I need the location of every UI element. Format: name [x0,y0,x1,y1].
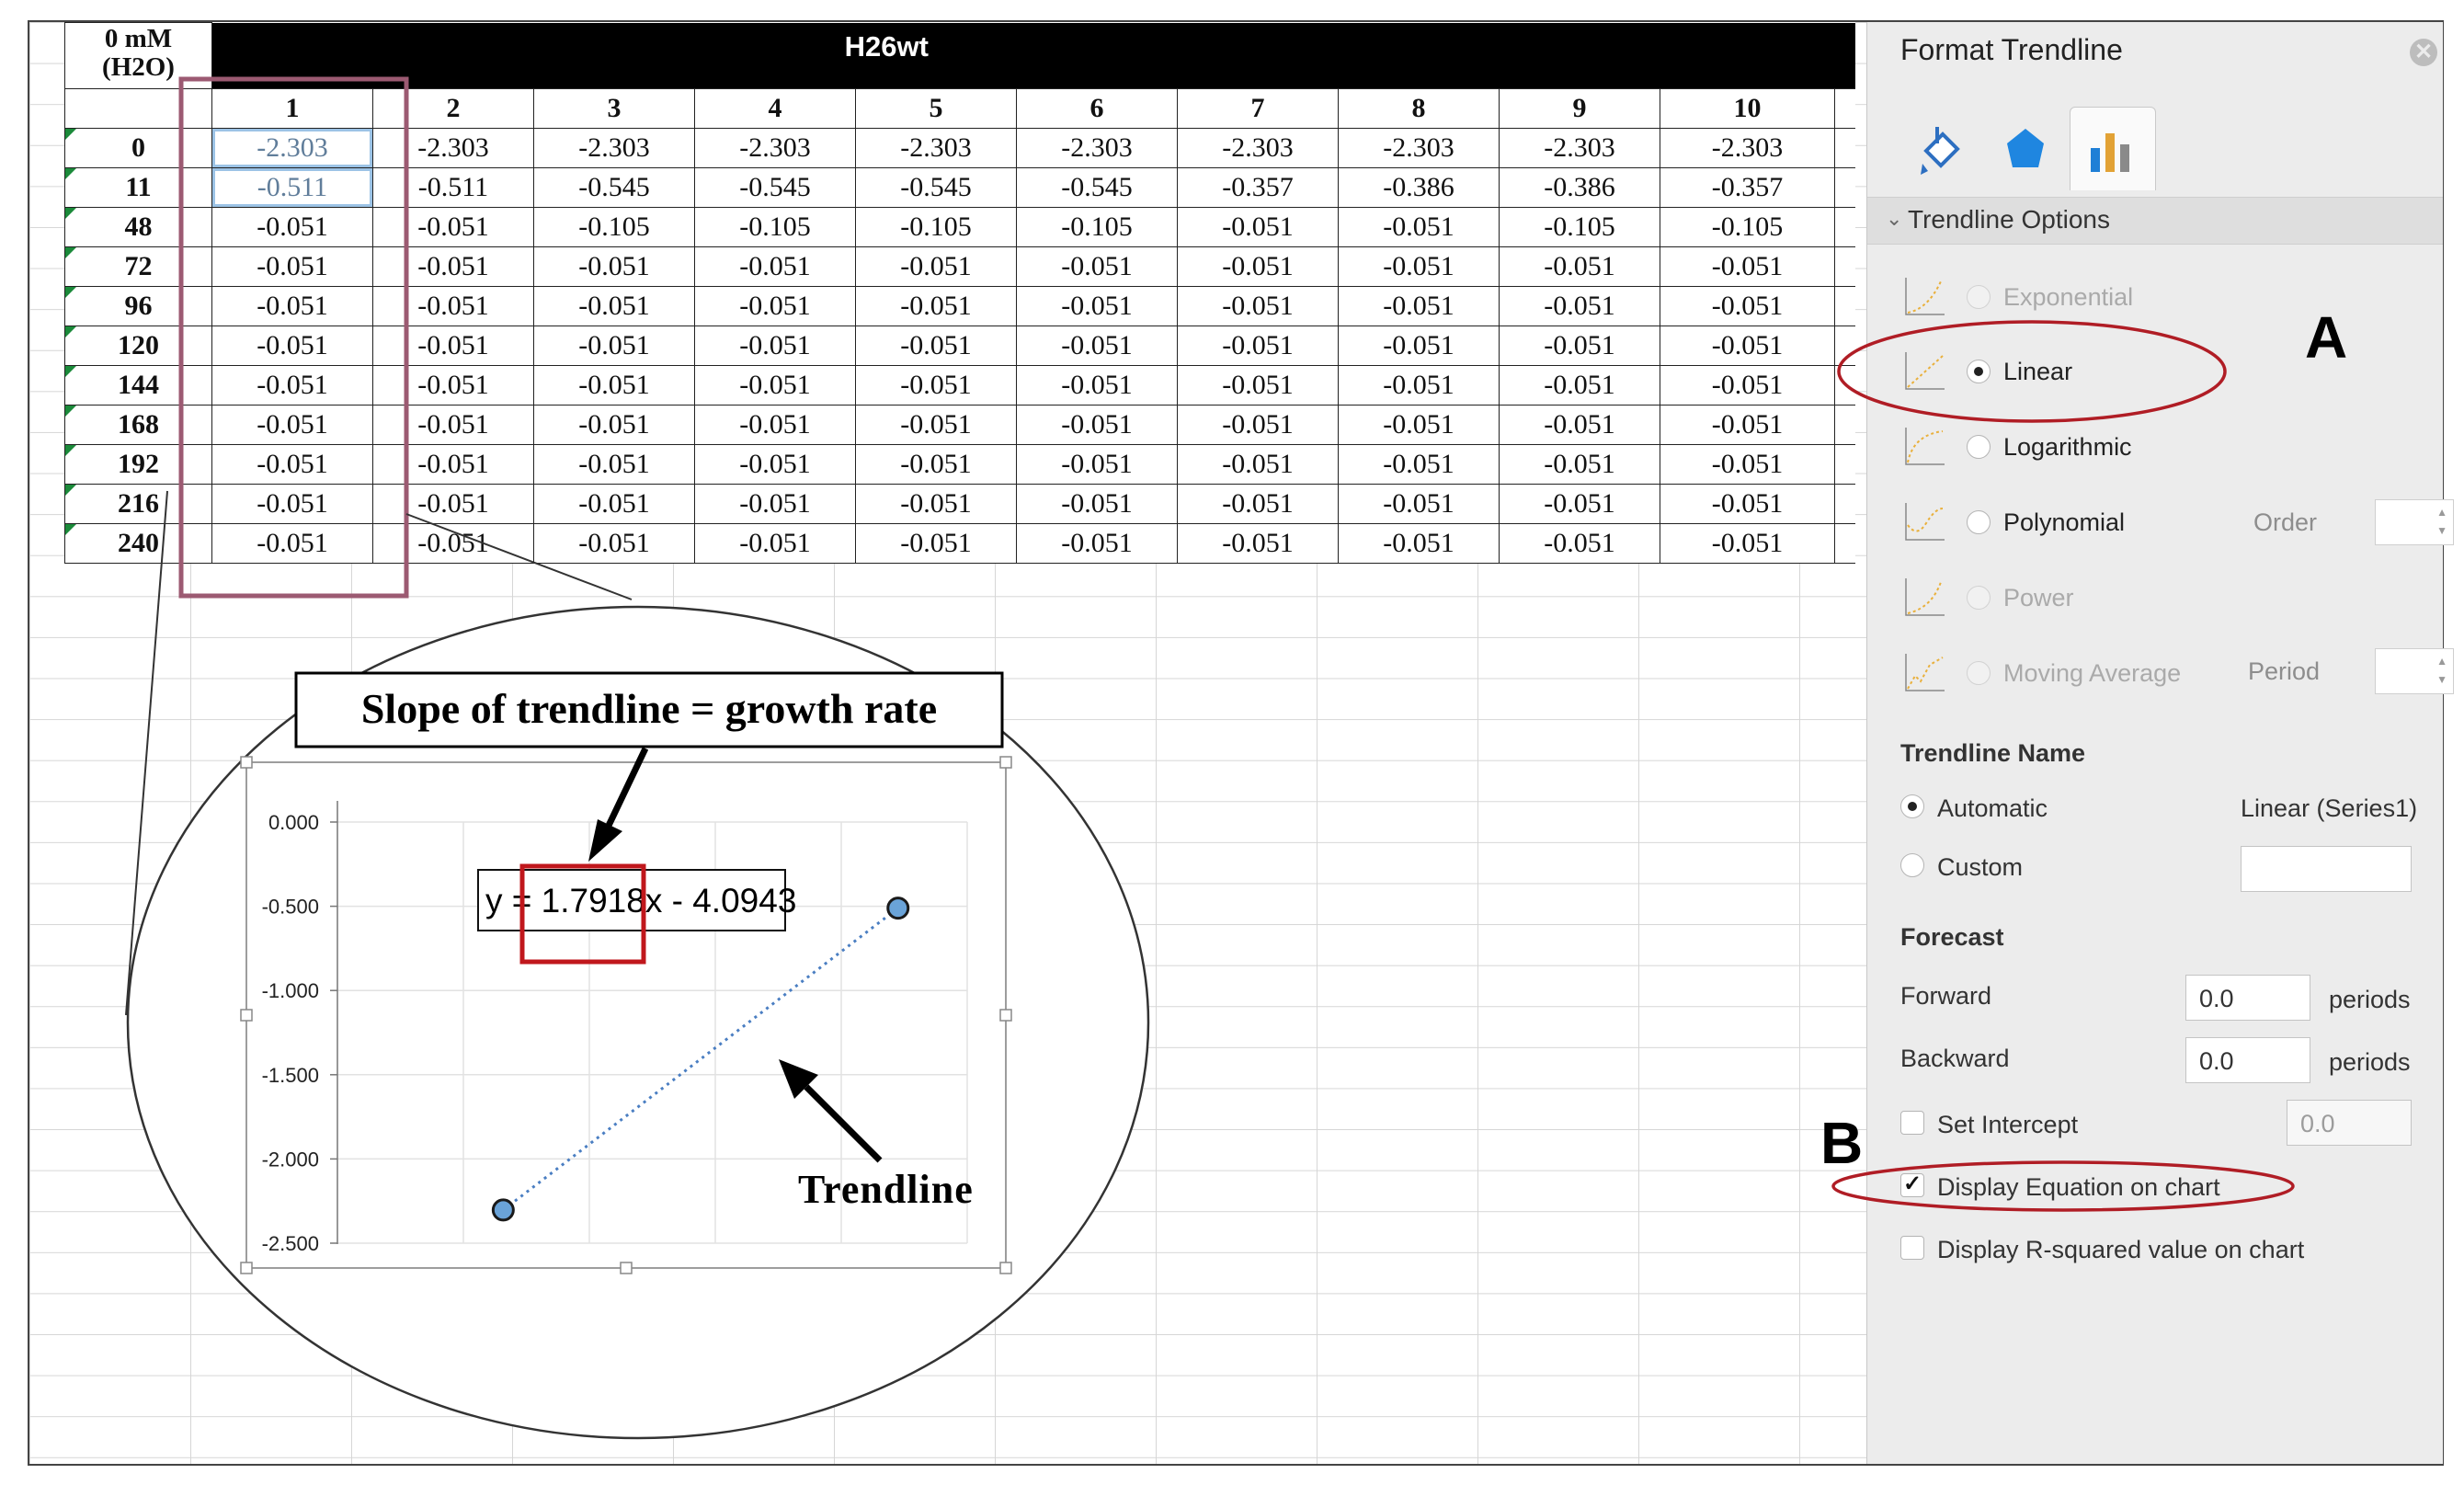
set-intercept-checkbox[interactable] [1900,1111,1924,1135]
period-label: Period [2248,657,2321,685]
radio-power[interactable] [1967,586,1991,610]
y-tick-label: -0.500 [262,896,319,919]
backward-periods-label: periods [2329,1048,2411,1076]
polynomial-trend-icon [1905,503,1945,541]
stepper-up-icon[interactable]: ▲ [2436,506,2447,519]
stepper-down-icon[interactable]: ▼ [2436,524,2447,537]
y-tick-label: 0.000 [268,811,319,834]
y-tick-label: -2.500 [262,1232,319,1255]
y-tick-label: -2.000 [262,1148,319,1171]
callout-letter-a: A [2305,304,2348,371]
chevron-down-icon: ⌄ [1886,207,1903,230]
stepper-up-icon[interactable]: ▲ [2436,655,2447,668]
exponential-trend-icon [1905,278,1945,315]
set-intercept-input[interactable]: 0.0 [2287,1100,2412,1146]
power-trend-icon [1905,578,1945,616]
forecast-header: Forecast [1900,923,2004,951]
option-label: Moving Average [2003,659,2182,687]
resize-handle[interactable] [999,1262,1012,1274]
y-tick-label: -1.000 [262,979,319,1002]
data-point[interactable] [491,1198,515,1222]
resize-handle[interactable] [240,756,253,769]
trendline-name-header: Trendline Name [1900,739,2086,767]
custom-name-input[interactable] [2241,846,2412,892]
resize-handle[interactable] [240,1009,253,1022]
radio-polynomial[interactable] [1967,510,1991,534]
order-stepper[interactable]: ▲ ▼ [2375,499,2454,545]
option-label: Polynomial [2003,508,2126,536]
zoom-connector-right [405,513,633,600]
tab-fill-line[interactable] [1900,107,1985,189]
display-r-squared-checkbox[interactable] [1900,1236,1924,1260]
tab-trendline-options[interactable] [2070,107,2156,190]
moving-average-trend-icon [1905,654,1945,691]
stepper-down-icon[interactable]: ▼ [2436,673,2447,686]
forward-label: Forward [1900,982,1992,1010]
option-label: Linear [2003,358,2073,385]
format-trendline-panel: Format Trendline ✕ ⌄ Trendline Options E… [1866,22,2454,1464]
panel-title: Format Trendline [1900,33,2123,66]
logarithmic-trend-icon [1905,428,1945,465]
resize-handle[interactable] [999,756,1012,769]
automatic-name-value: Linear (Series1) [2241,794,2418,822]
pentagon-icon [2007,129,2044,167]
radio-moving-average[interactable] [1967,661,1991,685]
linear-trend-icon [1905,352,1945,390]
display-equation-checkbox[interactable] [1900,1171,1924,1197]
tab-effects[interactable] [1983,107,2068,189]
equation-text: y = 1.7918x - 4.0943 [485,882,796,920]
slope-callout-text: Slope of trendline = growth rate [361,685,937,732]
display-equation-label: Display Equation on chart [1937,1173,2220,1201]
radio-exponential[interactable] [1967,285,1991,309]
custom-label: Custom [1937,853,2024,881]
equation-prefix: y = [485,882,542,920]
trendline-options-section[interactable]: ⌄ Trendline Options [1867,197,2443,245]
backward-label: Backward [1900,1045,2010,1072]
section-label: Trendline Options [1908,205,2110,234]
order-label: Order [2253,508,2318,536]
callout-letter-b: B [1820,1110,1864,1176]
close-icon[interactable]: ✕ [2410,39,2437,66]
forward-periods-label: periods [2329,986,2411,1013]
backward-input[interactable]: 0.0 [2185,1037,2310,1083]
set-intercept-label: Set Intercept [1937,1111,2079,1138]
option-label: Power [2003,584,2074,611]
radio-linear[interactable] [1967,360,1991,383]
trendline-label: Trendline [798,1167,974,1212]
display-r-squared-label: Display R-squared value on chart [1937,1236,2305,1263]
column-highlight-box [178,76,409,599]
resize-handle[interactable] [999,1009,1012,1022]
option-label: Logarithmic [2003,433,2132,461]
option-label: Exponential [2003,283,2134,311]
y-tick-label: -1.500 [262,1064,319,1087]
resize-handle[interactable] [240,1262,253,1274]
radio-logarithmic[interactable] [1967,435,1991,459]
resize-handle[interactable] [620,1262,633,1274]
radio-automatic[interactable] [1900,794,1924,818]
bar-chart-icon [2091,133,2129,172]
equation-suffix: - 4.0943 [662,882,796,920]
automatic-label: Automatic [1937,794,2048,822]
period-stepper[interactable]: ▲ ▼ [2375,648,2454,694]
radio-custom[interactable] [1900,853,1924,877]
paint-bucket-icon [1921,127,1960,175]
forward-input[interactable]: 0.0 [2185,975,2310,1021]
data-point[interactable] [886,897,910,920]
